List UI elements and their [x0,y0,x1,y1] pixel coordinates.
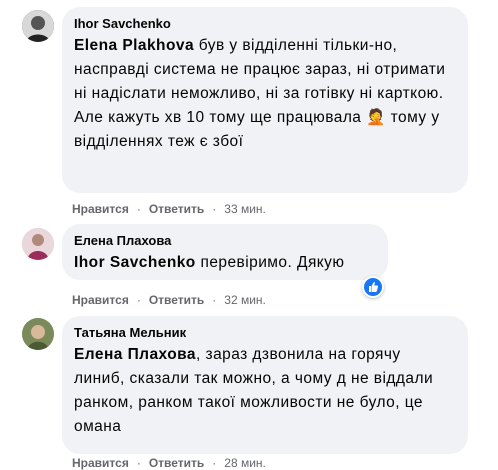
comment-author[interactable]: Татьяна Мельник [74,324,456,341]
comment-bubble: Ihor Savchenko Elena Plakhova був у відд… [62,7,468,193]
separator: · [136,202,141,216]
separator: · [136,293,141,307]
comment-timestamp[interactable]: 28 мин. [224,456,266,470]
like-button[interactable]: Нравится [72,456,129,470]
avatar[interactable] [22,10,54,42]
comment-author[interactable]: Ihor Savchenko [74,15,456,32]
comment-text: Elena Plakhova був у відділенні тільки-н… [74,37,446,150]
comment-actions: Нравится · Ответить · 33 мин. [72,202,266,216]
avatar[interactable] [22,318,54,350]
user-photo-icon [22,10,54,42]
comment-actions: Нравится · Ответить · 28 мин. [72,456,266,470]
mention-link[interactable]: Ihor Savchenko [74,254,196,271]
reply-button[interactable]: Ответить [149,202,204,216]
comment-bubble: Елена Плахова Ihor Savchenko перевіримо.… [62,224,388,280]
comment-bubble: Татьяна Мельник Елена Плахова, зараз дзв… [62,316,468,454]
like-icon [364,278,382,296]
reaction-badge[interactable] [362,276,384,298]
comment-text: Елена Плахова, зараз дзвонила на горячу … [74,346,434,435]
mention-link[interactable]: Elena Plakhova [74,37,194,54]
comment-actions: Нравится · Ответить · 32 мин. [72,293,266,307]
mention-link[interactable]: Елена Плахова [74,346,196,363]
separator: · [212,202,217,216]
comment-timestamp[interactable]: 33 мин. [224,202,266,216]
comment-timestamp[interactable]: 32 мин. [224,293,266,307]
separator: · [136,456,141,470]
user-photo-icon [22,228,54,260]
like-button[interactable]: Нравится [72,202,129,216]
separator: · [212,293,217,307]
avatar[interactable] [22,228,54,260]
comment-author[interactable]: Елена Плахова [74,232,376,249]
reply-button[interactable]: Ответить [149,293,204,307]
user-photo-icon [22,318,54,350]
like-button[interactable]: Нравится [72,293,129,307]
comment-text: Ihor Savchenko перевіримо. Дякую [74,254,345,271]
thumb-up-icon [369,282,379,292]
separator: · [212,456,217,470]
reply-button[interactable]: Ответить [149,456,204,470]
